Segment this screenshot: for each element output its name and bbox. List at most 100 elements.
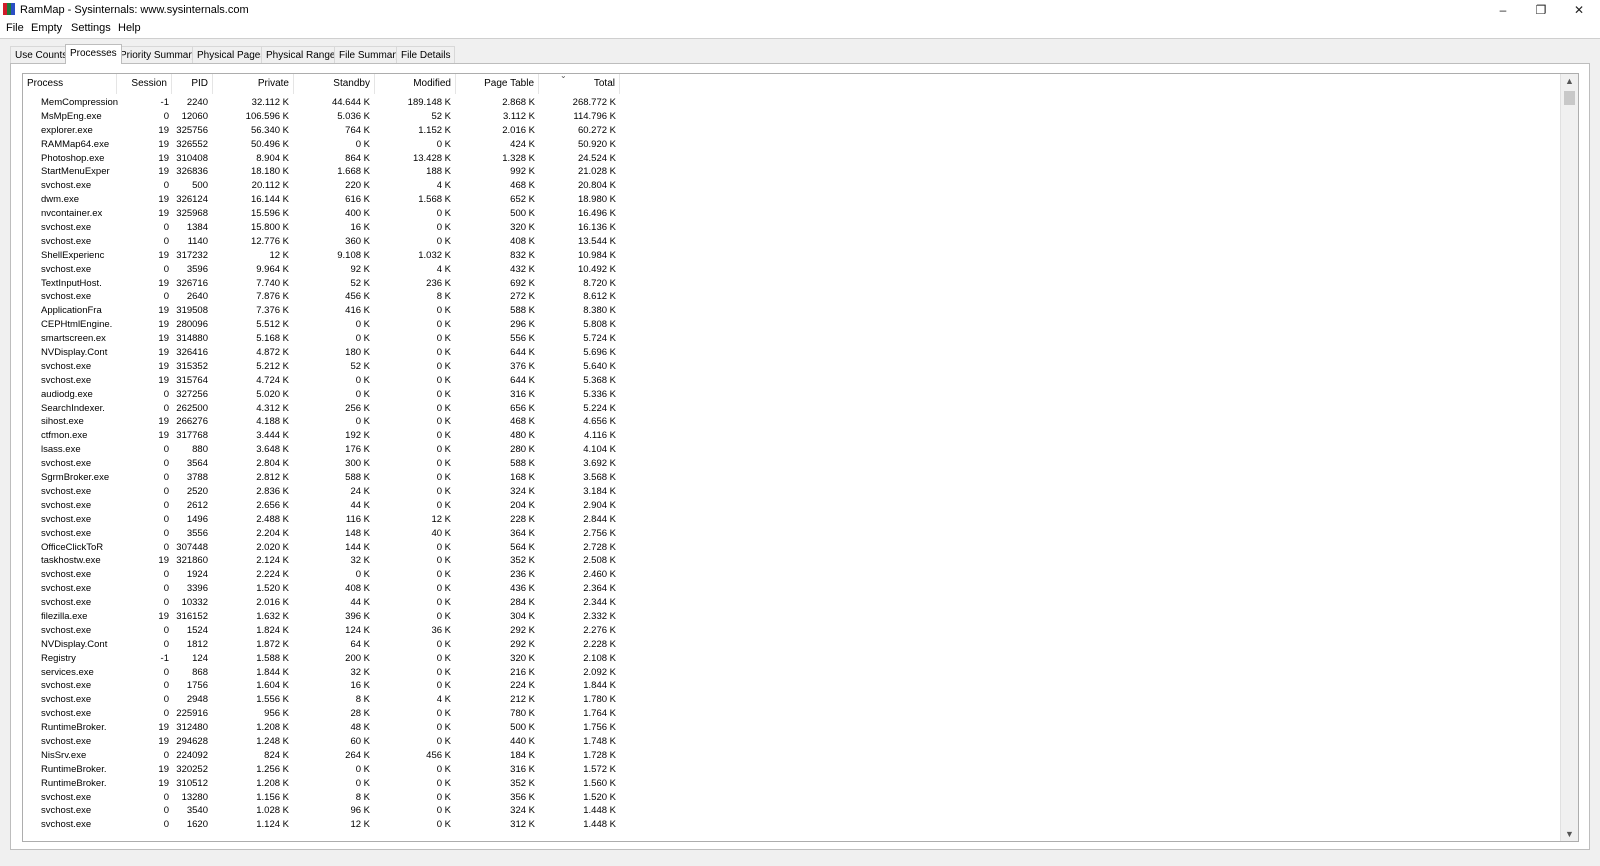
column-header-process[interactable]: Process <box>23 74 117 94</box>
table-row[interactable]: smartscreen.ex 19 314880 5.168 K0 K0 K 556 K… <box>23 332 623 346</box>
table-row[interactable]: svchost.exe 19 315352 5.212 K 52 K0 K 376 K 5.… <box>23 360 623 374</box>
table-row[interactable]: svchost.exe 0 3556 2.204 K 148 K 40 K 364 K 2.7… <box>23 527 623 541</box>
table-row[interactable]: sihost.exe 19 266276 4.188 K0 K0 K 468 K 4.65… <box>23 415 623 429</box>
column-header-session[interactable]: Session <box>117 74 172 94</box>
table-row[interactable]: lsass.exe 0 880 3.648 K 176 K0 K 280 K 4.104 K <box>23 443 623 457</box>
scroll-up-icon[interactable]: ▲ <box>1561 74 1578 88</box>
cell-modified: 0 K <box>436 638 451 650</box>
table-row[interactable]: svchost.exe 0 1524 1.824 K 124 K 36 K 292 K 2.2… <box>23 624 623 638</box>
column-header-total[interactable]: Total <box>539 74 620 94</box>
table-row[interactable]: svchost.exe 0 1384 15.800 K 16 K0 K 320 K 16.1… <box>23 221 623 235</box>
table-row[interactable]: NVDisplay.Cont 19 326416 4.872 K 180 K0 K 644… <box>23 346 623 360</box>
table-row[interactable]: RuntimeBroker. 19 312480 1.208 K 48 K0 K 500 … <box>23 721 623 735</box>
cell-process: svchost.exe <box>41 569 92 581</box>
table-row[interactable]: svchost.exe 19 294628 1.248 K 60 K0 K 440 K 1.… <box>23 735 623 749</box>
table-row[interactable]: svchost.exe 0 2948 1.556 K8 K4 K 212 K 1.780 … <box>23 693 623 707</box>
table-row[interactable]: ctfmon.exe 19 317768 3.444 K 192 K0 K 480 K 4.… <box>23 429 623 443</box>
table-row[interactable]: audiodg.exe 0 327256 5.020 K0 K0 K 316 K 5.33… <box>23 388 623 402</box>
table-row[interactable]: RAMMap64.exe 19 326552 50.496 K0 K0 K 424 K5… <box>23 138 623 152</box>
menu-settings[interactable]: Settings <box>71 22 111 34</box>
table-row[interactable]: svchost.exe 0 1756 1.604 K 16 K0 K 224 K 1.844… <box>23 679 623 693</box>
tab-processes[interactable]: Processes <box>65 44 122 64</box>
cell-page-table: 692 K <box>510 277 535 289</box>
close-button[interactable]: ✕ <box>1560 0 1598 20</box>
column-header-standby[interactable]: Standby <box>294 74 375 94</box>
process-list[interactable]: Process Session PID Private Standby Modi… <box>22 73 1579 842</box>
table-row[interactable]: MemCompression -1 2240 32.112 K 44.644 K 189.… <box>23 96 623 110</box>
table-row[interactable]: svchost.exe 0 3564 2.804 K 300 K0 K 588 K 3.69… <box>23 457 623 471</box>
table-row[interactable]: TextInputHost. 19 326716 7.740 K 52 K 236 K 69… <box>23 277 623 291</box>
table-row[interactable]: filezilla.exe 19 316152 1.632 K 396 K0 K 304 … <box>23 610 623 624</box>
table-row[interactable]: services.exe 0 868 1.844 K 32 K0 K 216 K 2.092… <box>23 666 623 680</box>
table-row[interactable]: MsMpEng.exe 0 12060 106.596 K 5.036 K 52 K 3.1… <box>23 110 623 124</box>
table-row[interactable]: svchost.exe 0 1496 2.488 K 116 K 12 K 228 K 2.8… <box>23 513 623 527</box>
table-row[interactable]: Registry -1 124 1.588 K 200 K0 K 320 K 2.108 K <box>23 652 623 666</box>
table-row[interactable]: dwm.exe 19 326124 16.144 K 616 K 1.568 K 652 K… <box>23 193 623 207</box>
table-row[interactable]: svchost.exe 0 1620 1.124 K 12 K0 K 312 K 1.448… <box>23 818 623 832</box>
cell-page-table: 992 K <box>510 166 535 178</box>
table-row[interactable]: Photoshop.exe 19 310408 8.904 K 864 K 13.428 … <box>23 152 623 166</box>
cell-private: 1.208 K <box>256 722 289 734</box>
column-header-modified[interactable]: Modified <box>375 74 456 94</box>
table-row[interactable]: svchost.exe 0 2520 2.836 K 24 K0 K 324 K 3.184… <box>23 485 623 499</box>
cell-standby: 124 K <box>345 624 370 636</box>
menu-file[interactable]: File <box>6 22 24 34</box>
column-header-pid[interactable]: PID <box>172 74 213 94</box>
table-row[interactable]: svchost.exe 0 1140 12.776 K 360 K0 K 408 K 13.… <box>23 235 623 249</box>
column-header-page-table[interactable]: Page Table <box>456 74 539 94</box>
cell-page-table: 320 K <box>510 222 535 234</box>
menu-help[interactable]: Help <box>118 22 141 34</box>
table-row[interactable]: CEPHtmlEngine. 19 280096 5.512 K0 K0 K 296 K… <box>23 318 623 332</box>
cell-total: 114.796 K <box>573 110 616 122</box>
column-header-private[interactable]: Private <box>213 74 294 94</box>
cell-process: nvcontainer.ex <box>41 208 103 220</box>
table-row[interactable]: RuntimeBroker. 19 320252 1.256 K0 K0 K 316 K… <box>23 763 623 777</box>
cell-total: 10.492 K <box>577 263 616 275</box>
tab-use-counts[interactable]: Use Counts <box>10 46 73 63</box>
cell-standby: 200 K <box>345 652 370 664</box>
table-row[interactable]: RuntimeBroker. 19 310512 1.208 K0 K0 K 352 K… <box>23 777 623 791</box>
menu-empty[interactable]: Empty <box>31 22 62 34</box>
tab-physical-ranges[interactable]: Physical Ranges <box>261 46 346 63</box>
tab-file-summary[interactable]: File Summary <box>334 46 406 63</box>
scroll-down-icon[interactable]: ▼ <box>1561 827 1578 841</box>
cell-page-table: 292 K <box>510 624 535 636</box>
table-row[interactable]: SearchIndexer. 0 262500 4.312 K 256 K0 K 656 … <box>23 402 623 416</box>
cell-standby: 48 K <box>350 722 370 734</box>
table-row[interactable]: OfficeClickToR 0 307448 2.020 K 144 K0 K 564 … <box>23 541 623 555</box>
cell-pid: 317768 <box>176 430 208 442</box>
restore-button[interactable]: ❐ <box>1522 0 1560 20</box>
table-row[interactable]: svchost.exe 0 3540 1.028 K 96 K0 K 324 K 1.448… <box>23 804 623 818</box>
table-row[interactable]: StartMenuExper 19 326836 18.180 K 1.668 K 188… <box>23 165 623 179</box>
cell-process: TextInputHost. <box>41 277 102 289</box>
table-row[interactable]: svchost.exe 0 2640 7.876 K 456 K8 K 272 K 8.61… <box>23 290 623 304</box>
table-row[interactable]: svchost.exe 0 13280 1.156 K8 K0 K 356 K 1.520… <box>23 791 623 805</box>
table-row[interactable]: SgrmBroker.exe 0 3788 2.812 K 588 K0 K 168 K3… <box>23 471 623 485</box>
table-row[interactable]: ShellExperienc 19 317232 12 K 9.108 K 1.032 K… <box>23 249 623 263</box>
tab-priority-summary[interactable]: Priority Summary <box>115 46 202 63</box>
table-row[interactable]: nvcontainer.ex 19 325968 15.596 K 400 K0 K 50… <box>23 207 623 221</box>
table-row[interactable]: NVDisplay.Cont 0 1812 1.872 K 64 K0 K 292 K 2.… <box>23 638 623 652</box>
cell-private: 15.800 K <box>250 222 289 234</box>
table-row[interactable]: svchost.exe 0 500 20.112 K 220 K4 K 468 K 20.8… <box>23 179 623 193</box>
cell-process: NisSrv.exe <box>41 749 87 761</box>
table-row[interactable]: svchost.exe 0 225916 956 K 28 K0 K 780 K 1.764… <box>23 707 623 721</box>
table-row[interactable]: taskhostw.exe 19 321860 2.124 K 32 K0 K 352 K… <box>23 554 623 568</box>
tab-physical-pages[interactable]: Physical Pages <box>192 46 271 63</box>
tab-file-details[interactable]: File Details <box>396 46 456 63</box>
table-row[interactable]: svchost.exe 0 1924 2.224 K0 K0 K 236 K 2.460 … <box>23 568 623 582</box>
table-row[interactable]: ApplicationFra 19 319508 7.376 K 416 K0 K 588… <box>23 304 623 318</box>
table-row[interactable]: svchost.exe 0 2612 2.656 K 44 K0 K 204 K 2.904… <box>23 499 623 513</box>
cell-private: 2.836 K <box>256 485 289 497</box>
vertical-scrollbar[interactable]: ▲ ▼ <box>1560 74 1578 841</box>
scroll-thumb[interactable] <box>1564 91 1575 105</box>
cell-pid: 315352 <box>176 360 208 372</box>
table-row[interactable]: explorer.exe 19 325756 56.340 K 764 K 1.152 K… <box>23 124 623 138</box>
table-row[interactable]: svchost.exe 0 3396 1.520 K 408 K0 K 436 K 2.36… <box>23 582 623 596</box>
minimize-button[interactable]: – <box>1484 0 1522 20</box>
table-row[interactable]: svchost.exe 0 3596 9.964 K 92 K4 K 432 K 10.49… <box>23 263 623 277</box>
table-row[interactable]: NisSrv.exe 0 224092 824 K 264 K 456 K 184 K 1.7… <box>23 749 623 763</box>
table-row[interactable]: svchost.exe 0 10332 2.016 K 44 K0 K 284 K 2.34… <box>23 596 623 610</box>
cell-process: svchost.exe <box>41 527 92 539</box>
table-row[interactable]: svchost.exe 19 315764 4.724 K0 K0 K 644 K 5.3… <box>23 374 623 388</box>
